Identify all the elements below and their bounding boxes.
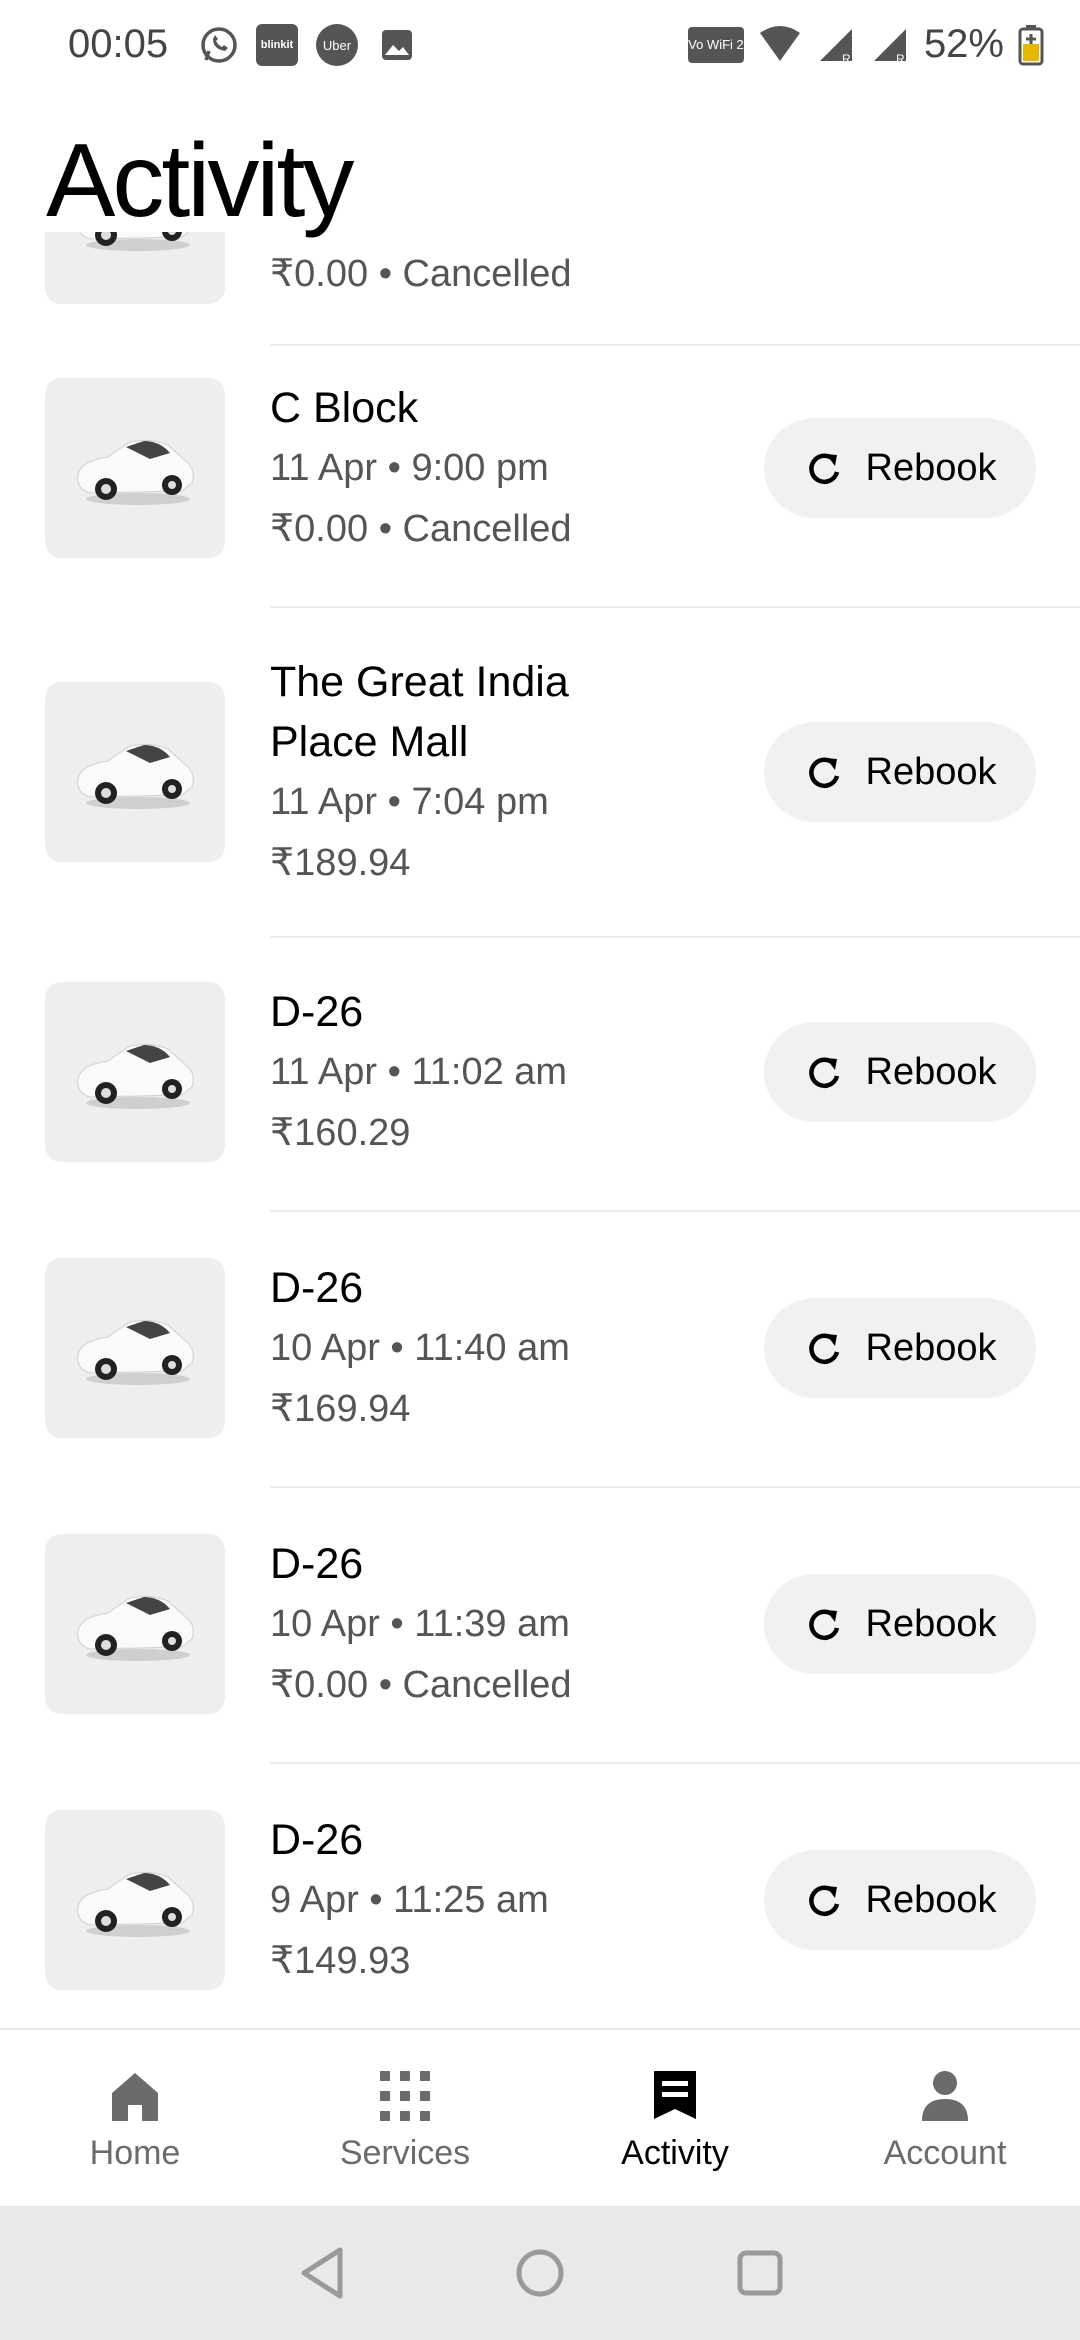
signal-icon: R	[819, 28, 852, 65]
rebook-icon	[808, 1609, 839, 1640]
trip-fare: ₹169.94	[270, 1388, 411, 1430]
trip-info: The Great India Place Mall 11 Apr • 7:04…	[270, 652, 670, 894]
rebook-label: Rebook	[865, 1878, 997, 1921]
wifi-icon	[759, 25, 800, 61]
divider	[270, 606, 1080, 608]
rebook-label: Rebook	[865, 1326, 997, 1369]
signal-icon-2: R	[873, 28, 906, 65]
trip-datetime: 10 Apr • 11:39 am	[270, 1603, 570, 1645]
rebook-button[interactable]: Rebook	[764, 1850, 1036, 1950]
whatsapp-icon	[198, 24, 240, 66]
nav-label: Account	[883, 2134, 1007, 2172]
car-thumbnail	[45, 682, 225, 862]
svg-text:R: R	[896, 52, 905, 65]
uber-icon: Uber	[316, 24, 358, 66]
rebook-button[interactable]: Rebook	[764, 418, 1036, 518]
nav-label: Activity	[621, 2134, 729, 2172]
back-icon[interactable]	[288, 2238, 358, 2308]
trip-destination: D-26	[270, 988, 364, 1036]
status-time: 00:05	[68, 22, 169, 66]
rebook-icon	[808, 453, 839, 484]
trip-info: D-26 10 Apr • 11:39 am ₹0.00 • Cancelled	[270, 1534, 670, 1716]
divider	[270, 1762, 1080, 1764]
rebook-label: Rebook	[865, 1050, 997, 1093]
trip-info: ₹0.00 • Cancelled	[270, 244, 670, 305]
trip-info: D-26 10 Apr • 11:40 am ₹169.94	[270, 1258, 670, 1440]
grid-icon	[375, 2066, 435, 2126]
nav-label: Home	[89, 2134, 181, 2172]
blinkit-icon: blinkit	[256, 24, 298, 66]
nav-activity[interactable]: Activity	[540, 2030, 810, 2208]
trip-fare: ₹0.00 • Cancelled	[270, 1664, 572, 1706]
page-title: Activity	[46, 123, 354, 239]
car-thumbnail	[45, 982, 225, 1162]
divider	[270, 1486, 1080, 1488]
trip-fare: ₹149.93	[270, 1940, 411, 1982]
car-icon	[77, 1595, 194, 1661]
rebook-label: Rebook	[865, 446, 997, 489]
trip-datetime: 9 Apr • 11:25 am	[270, 1879, 549, 1921]
rebook-button[interactable]: Rebook	[764, 722, 1036, 822]
trip-fare: ₹160.29	[270, 1112, 411, 1154]
car-icon	[77, 1319, 194, 1385]
car-thumbnail	[45, 1534, 225, 1714]
vowifi-icon: Vo WiFi 2	[687, 26, 744, 63]
trip-info: D-26 9 Apr • 11:25 am ₹149.93	[270, 1810, 670, 1992]
car-thumbnail	[45, 1810, 225, 1990]
battery-percent: 52%	[923, 22, 1004, 66]
nav-label: Services	[339, 2134, 471, 2172]
rebook-icon	[808, 1333, 839, 1364]
trip-destination: D-26	[270, 1540, 364, 1588]
rebook-icon	[808, 1885, 839, 1916]
svg-text:R: R	[842, 52, 851, 65]
trip-destination: The Great India Place Mall	[270, 658, 569, 766]
nav-account[interactable]: Account	[810, 2030, 1080, 2208]
car-icon	[77, 1871, 194, 1937]
trip-datetime: 11 Apr • 7:04 pm	[270, 781, 549, 823]
car-icon	[77, 439, 194, 505]
car-icon	[79, 232, 190, 251]
bottom-nav: Home Services Activity Account	[0, 2028, 1080, 2208]
gallery-icon	[376, 24, 418, 66]
system-nav-bar	[0, 2206, 1080, 2340]
divider	[270, 936, 1080, 938]
trip-fare: ₹0.00 • Cancelled	[270, 508, 572, 550]
divider	[270, 1210, 1080, 1212]
receipt-icon	[645, 2066, 705, 2126]
trip-fare: ₹0.00 • Cancelled	[270, 253, 572, 295]
activity-list[interactable]: ₹0.00 • Cancelled C Block 11 Apr • 9:00 …	[0, 232, 1080, 2028]
car-thumbnail	[45, 232, 225, 304]
trip-datetime: 11 Apr • 11:02 am	[270, 1051, 568, 1093]
status-bar: 00:05 blinkit Uber Vo WiFi 2 R R 52%	[0, 0, 1080, 92]
divider	[270, 344, 1080, 346]
person-icon	[915, 2066, 975, 2126]
trip-destination: D-26	[270, 1816, 364, 1864]
rebook-button[interactable]: Rebook	[764, 1574, 1036, 1674]
home-circle-icon[interactable]	[505, 2238, 575, 2308]
rebook-button[interactable]: Rebook	[764, 1022, 1036, 1122]
car-icon	[77, 743, 194, 809]
car-thumbnail	[45, 1258, 225, 1438]
trip-datetime: 11 Apr • 9:00 pm	[270, 447, 549, 489]
car-icon	[77, 1043, 194, 1109]
recents-icon[interactable]	[725, 2238, 795, 2308]
battery-icon	[1018, 24, 1044, 65]
rebook-icon	[808, 1057, 839, 1088]
trip-info: D-26 11 Apr • 11:02 am ₹160.29	[270, 982, 670, 1164]
rebook-label: Rebook	[865, 1602, 997, 1645]
nav-home[interactable]: Home	[0, 2030, 270, 2208]
rebook-label: Rebook	[865, 750, 997, 793]
trip-destination: D-26	[270, 1264, 364, 1312]
trip-fare: ₹189.94	[270, 842, 411, 884]
home-icon	[105, 2066, 165, 2126]
car-thumbnail	[45, 378, 225, 558]
trip-datetime: 10 Apr • 11:40 am	[270, 1327, 570, 1369]
trip-info: C Block 11 Apr • 9:00 pm ₹0.00 • Cancell…	[270, 378, 670, 560]
status-right: Vo WiFi 2 R R 52%	[687, 22, 1044, 67]
rebook-icon	[808, 757, 839, 788]
rebook-button[interactable]: Rebook	[764, 1298, 1036, 1398]
trip-destination: C Block	[270, 384, 419, 432]
nav-services[interactable]: Services	[270, 2030, 540, 2208]
